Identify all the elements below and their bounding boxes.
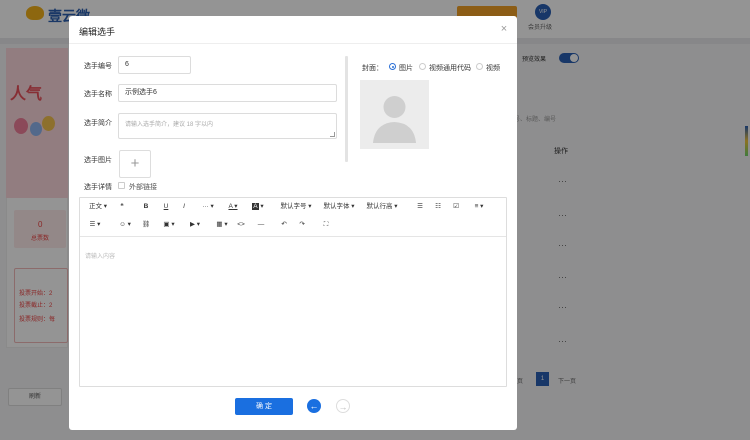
table-insert-dropdown[interactable]: ▦ ▾ xyxy=(213,218,231,232)
form-scrollbar[interactable] xyxy=(345,56,348,162)
font-size-dropdown[interactable]: 默认字号 ▾ xyxy=(279,200,313,214)
cover-radio-video-code[interactable] xyxy=(419,63,426,70)
link-icon[interactable]: ⛓ xyxy=(140,218,152,232)
numbered-list-icon[interactable]: ☷ xyxy=(432,200,444,214)
more-styles-icon[interactable]: ··· ▾ xyxy=(198,200,218,214)
align-dropdown[interactable]: ≡ ▾ xyxy=(470,200,488,214)
code-icon[interactable]: <> xyxy=(235,218,247,232)
bold-icon[interactable]: B xyxy=(140,200,152,214)
font-color-icon[interactable]: A ▾ xyxy=(224,200,242,214)
dialog-header: 编辑选手 × xyxy=(69,16,517,44)
name-label: 选手名称 xyxy=(84,91,112,98)
font-family-dropdown[interactable]: 默认字体 ▾ xyxy=(322,200,356,214)
intro-placeholder: 请输入选手简介，建议 18 字以内 xyxy=(125,122,214,128)
number-field[interactable]: 6 xyxy=(118,56,191,74)
confirm-button[interactable]: 确 定 xyxy=(235,398,293,415)
redo-icon[interactable]: ↷ xyxy=(296,218,308,232)
cover-option-video-code[interactable]: 视频通用代码 xyxy=(429,63,471,73)
resize-handle-icon[interactable] xyxy=(330,132,335,137)
fullscreen-icon[interactable]: ⛶ xyxy=(320,218,332,232)
divider-icon[interactable]: — xyxy=(255,218,267,232)
line-height-dropdown[interactable]: 默认行高 ▾ xyxy=(365,200,399,214)
background-color-icon[interactable]: A ▾ xyxy=(249,200,267,214)
todo-icon[interactable]: ☑ xyxy=(450,200,462,214)
cover-radio-image[interactable] xyxy=(389,63,396,70)
intro-textarea[interactable]: 请输入选手简介，建议 18 字以内 xyxy=(118,113,337,139)
external-link-checkbox[interactable] xyxy=(118,182,125,189)
emoji-dropdown[interactable]: ☺ ▾ xyxy=(116,218,134,232)
intro-label: 选手简介 xyxy=(84,120,112,127)
edit-contestant-dialog: 编辑选手 × 选手编号 6 选手名称 示例选手6 选手简介 请输入选手简介，建议… xyxy=(69,16,517,430)
number-label: 选手编号 xyxy=(84,63,112,70)
cover-radio-video[interactable] xyxy=(476,63,483,70)
external-link-label[interactable]: 外部链接 xyxy=(129,182,157,192)
cover-option-image[interactable]: 图片 xyxy=(399,63,413,73)
video-insert-dropdown[interactable]: ▶ ▾ xyxy=(186,218,204,232)
rich-text-editor: 正文 ▾ ❝ B U I ··· ▾ A ▾ A ▾ 默认字号 ▾ 默认字体 ▾… xyxy=(79,197,507,387)
previous-arrow-icon[interactable]: ← xyxy=(307,399,321,413)
underline-icon[interactable]: U xyxy=(160,200,172,214)
image-upload-button[interactable]: + xyxy=(119,150,151,178)
close-icon[interactable]: × xyxy=(497,22,511,36)
next-arrow-icon[interactable]: → xyxy=(336,399,350,413)
editor-content-area[interactable]: 请输入内容 xyxy=(80,237,506,386)
cover-option-video[interactable]: 视频 xyxy=(486,63,500,73)
dialog-title: 编辑选手 xyxy=(79,27,116,37)
detail-label: 选手详情 xyxy=(84,184,112,191)
quote-icon[interactable]: ❝ xyxy=(116,200,128,214)
undo-icon[interactable]: ↶ xyxy=(278,218,290,232)
editor-placeholder: 请输入内容 xyxy=(85,254,116,260)
italic-icon[interactable]: I xyxy=(178,200,190,214)
plus-icon: + xyxy=(130,155,140,172)
image-label: 选手图片 xyxy=(84,157,112,164)
bullet-list-icon[interactable]: ☰ xyxy=(414,200,426,214)
indent-dropdown[interactable]: ☰ ▾ xyxy=(86,218,104,232)
editor-toolbar-row-1: 正文 ▾ ❝ B U I ··· ▾ A ▾ A ▾ 默认字号 ▾ 默认字体 ▾… xyxy=(80,200,506,218)
image-insert-dropdown[interactable]: ▣ ▾ xyxy=(160,218,178,232)
name-field[interactable]: 示例选手6 xyxy=(118,84,337,102)
cover-label: 封面： xyxy=(362,65,383,72)
editor-toolbar-row-2: ☰ ▾ ☺ ▾ ⛓ ▣ ▾ ▶ ▾ ▦ ▾ <> — ↶ ↷ ⛶ xyxy=(80,218,506,236)
paragraph-style-dropdown[interactable]: 正文 ▾ xyxy=(86,200,110,214)
avatar-icon xyxy=(373,96,416,143)
cover-image-placeholder[interactable] xyxy=(360,80,429,149)
